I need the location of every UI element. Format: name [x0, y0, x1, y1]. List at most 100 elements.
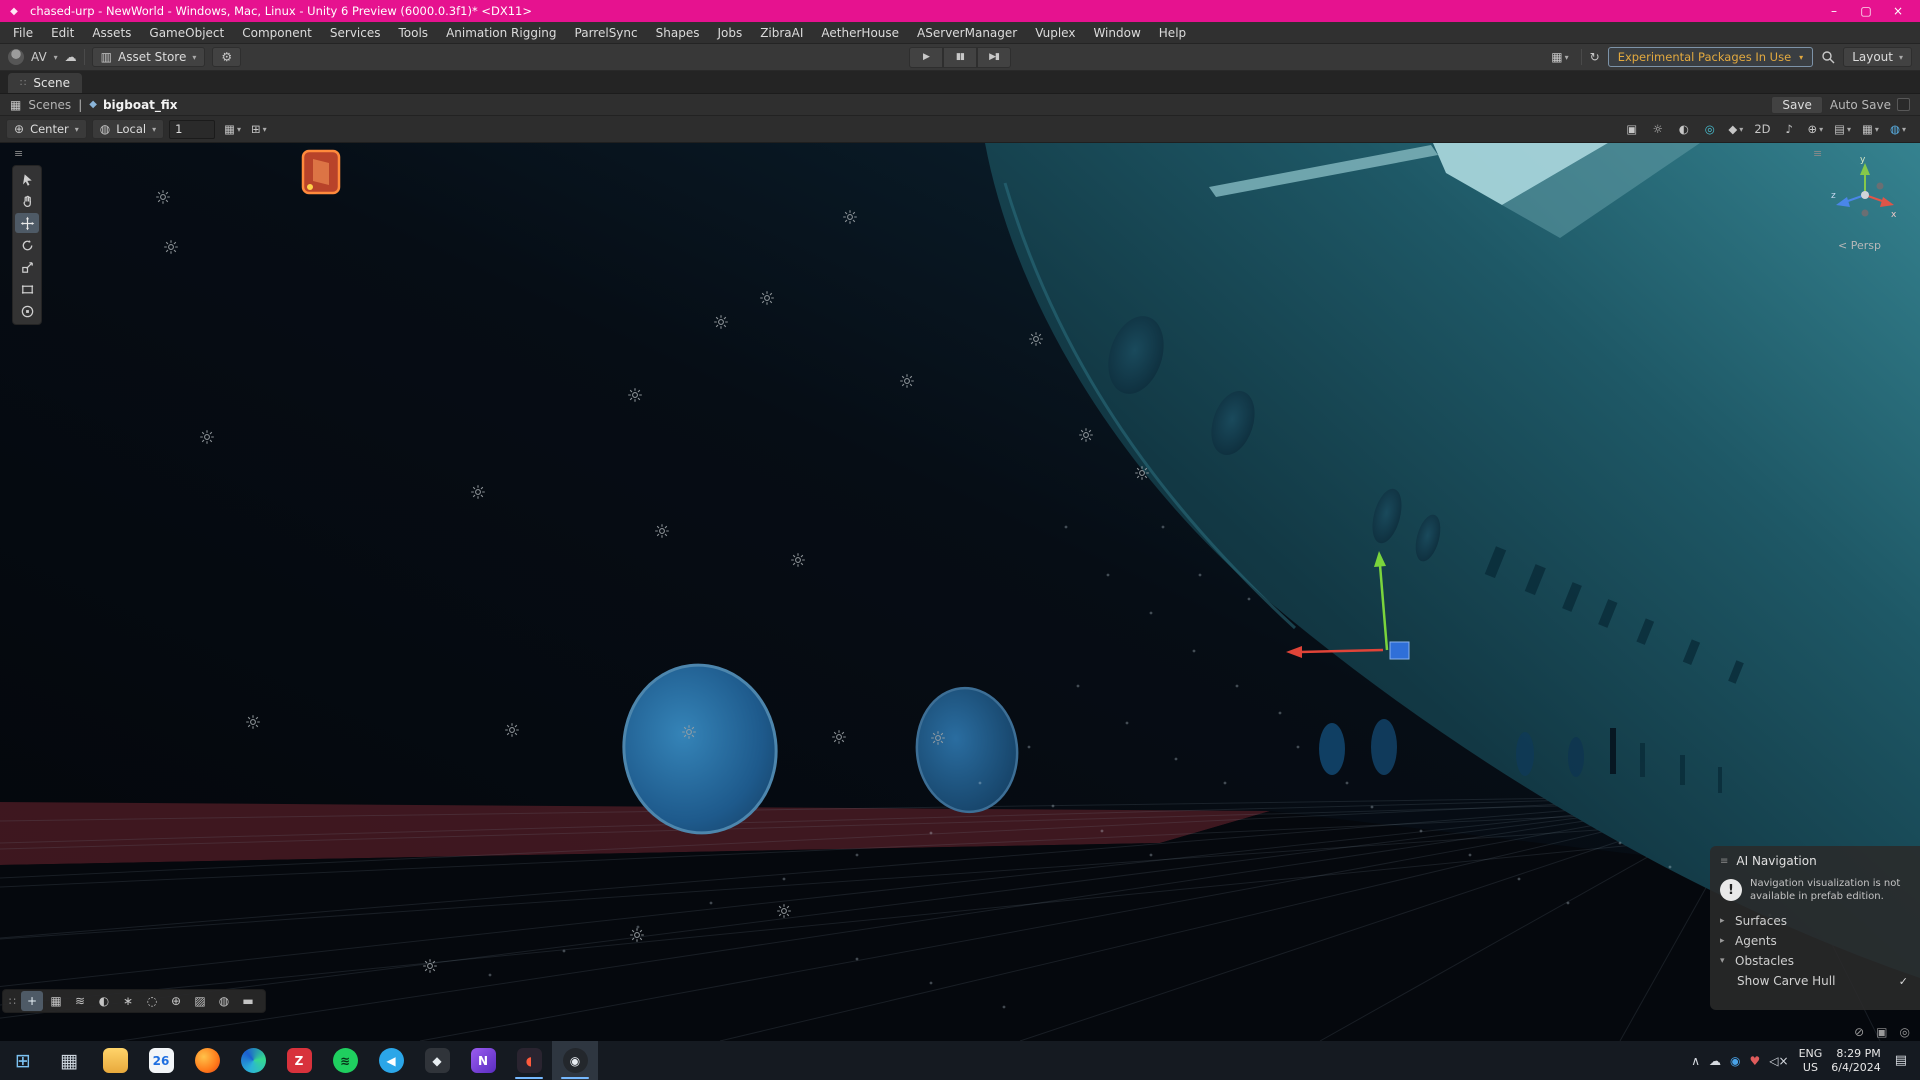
timeline-overlay-icon[interactable]: ▬: [237, 991, 259, 1011]
play-button[interactable]: ▶: [909, 47, 943, 68]
search-scene-icon[interactable]: ◌: [141, 991, 163, 1011]
undo-history-icon[interactable]: ↻: [1590, 50, 1600, 64]
menu-item-help[interactable]: Help: [1150, 22, 1195, 44]
snap-increment-icon[interactable]: ⊞▾: [247, 119, 271, 139]
minimize-button[interactable]: –: [1818, 0, 1850, 22]
transform-tool-button[interactable]: [15, 301, 39, 321]
right-overlay-grip[interactable]: ≡: [1813, 147, 1823, 160]
ai-navigation-header[interactable]: ≡ AI Navigation: [1710, 851, 1920, 871]
cloud-icon[interactable]: ☁: [65, 50, 77, 64]
gizmo-center[interactable]: [1861, 191, 1869, 199]
auto-save-toggle[interactable]: Auto Save: [1830, 98, 1910, 112]
effects-menu-icon[interactable]: ◆▾: [1724, 119, 1747, 139]
chat-app-button[interactable]: ◀: [368, 1041, 414, 1080]
ai-section-agents[interactable]: ▸Agents: [1710, 931, 1920, 951]
gizmo-z-cone[interactable]: [1836, 197, 1850, 207]
unity-hub-button[interactable]: ◆: [414, 1041, 460, 1080]
clock[interactable]: 8:29 PM 6/4/2024: [1831, 1047, 1880, 1075]
asset-store-button[interactable]: ▥ Asset Store ▾: [92, 47, 206, 67]
menu-item-jobs[interactable]: Jobs: [708, 22, 751, 44]
tab-scene[interactable]: ∷ Scene: [8, 73, 82, 93]
scale-tool-button[interactable]: [15, 257, 39, 277]
menu-item-animation-rigging[interactable]: Animation Rigging: [437, 22, 565, 44]
gizmos-menu-icon[interactable]: ⊕▾: [1804, 119, 1828, 139]
rect-tool-button[interactable]: [15, 279, 39, 299]
volume-tray-icon[interactable]: ◁×: [1768, 1054, 1789, 1068]
pause-button[interactable]: ▮▮: [943, 47, 977, 68]
cloud-tray-icon[interactable]: ☁: [1708, 1054, 1722, 1068]
step-button[interactable]: ▶▮: [977, 47, 1011, 68]
hand-tool-button[interactable]: [15, 191, 39, 211]
layout-dropdown[interactable]: Layout ▾: [1843, 47, 1912, 67]
editor-layers-button[interactable]: ▦ ▾: [1547, 47, 1572, 67]
mode-2d-button[interactable]: 2D: [1750, 119, 1774, 139]
ai-section-obstacles[interactable]: ▾Obstacles: [1710, 951, 1920, 971]
breadcrumb-current[interactable]: ◆ bigboat_fix: [89, 98, 177, 112]
menu-item-window[interactable]: Window: [1084, 22, 1149, 44]
language-indicator[interactable]: ENG US: [1799, 1047, 1823, 1075]
select-tool-button[interactable]: [15, 169, 39, 189]
overlays-menu-icon[interactable]: ▤▾: [1830, 119, 1855, 139]
gizmo-x-cone[interactable]: [1880, 197, 1894, 207]
gizmo-neg-z[interactable]: [1877, 183, 1884, 190]
action-center-button[interactable]: ▤: [1890, 1053, 1912, 1068]
overlay-grip-icon[interactable]: ∷: [9, 995, 16, 1008]
particles-debug-icon[interactable]: ∗: [117, 991, 139, 1011]
wave-debug-icon[interactable]: ≋: [69, 991, 91, 1011]
calendar-app-button[interactable]: 26: [138, 1041, 184, 1080]
account-avatar[interactable]: [8, 49, 24, 65]
menu-item-aservermanager[interactable]: AServerManager: [908, 22, 1026, 44]
notifications-muted-icon[interactable]: ⊘: [1854, 1025, 1864, 1039]
breadcrumb-root[interactable]: Scenes: [28, 98, 71, 112]
grid-visual-icon[interactable]: ▦: [45, 991, 67, 1011]
status-ok-icon[interactable]: ◎: [1900, 1025, 1910, 1039]
background-tasks-icon[interactable]: ▣: [1876, 1025, 1887, 1039]
tools-overlay-grip[interactable]: ≡: [14, 147, 24, 160]
rendering-debug-icon[interactable]: ◎: [1698, 119, 1721, 139]
maximize-button[interactable]: ▢: [1850, 0, 1882, 22]
orientation-gizmo[interactable]: y z x: [1830, 155, 1900, 233]
menu-item-shapes[interactable]: Shapes: [647, 22, 709, 44]
tray-expand-button[interactable]: ∧: [1690, 1054, 1701, 1068]
firefox-button[interactable]: [184, 1041, 230, 1080]
layers-visibility-icon[interactable]: ▦▾: [1858, 119, 1883, 139]
spotify-button[interactable]: ≋: [322, 1041, 368, 1080]
show-carve-hull-row[interactable]: Show Carve Hull ✓: [1710, 971, 1920, 991]
gizmo-plane-handle[interactable]: [1390, 642, 1409, 659]
menu-item-gameobject[interactable]: GameObject: [140, 22, 233, 44]
menu-item-edit[interactable]: Edit: [42, 22, 83, 44]
menu-item-component[interactable]: Component: [233, 22, 321, 44]
menu-item-file[interactable]: File: [4, 22, 42, 44]
media-tray-icon[interactable]: ♥: [1749, 1054, 1762, 1068]
sphere-debug-icon[interactable]: ◐: [93, 991, 115, 1011]
scene-render[interactable]: [0, 143, 1920, 1041]
scene-lighting-icon[interactable]: ☼: [1646, 119, 1669, 139]
task-view-button[interactable]: ▦: [46, 1041, 92, 1080]
move-overlay-icon[interactable]: ⊕: [165, 991, 187, 1011]
edge-button[interactable]: [230, 1041, 276, 1080]
move-tool-button[interactable]: [15, 213, 39, 233]
app-tray-icon[interactable]: ◉: [1729, 1054, 1741, 1068]
ai-section-surfaces[interactable]: ▸Surfaces: [1710, 911, 1920, 931]
grid-snap-icon[interactable]: ▦▾: [220, 119, 245, 139]
red-app-button[interactable]: ◖: [506, 1041, 552, 1080]
camera-settings-icon[interactable]: ◍▾: [1886, 119, 1910, 139]
gizmo-neg-y[interactable]: [1862, 210, 1869, 217]
projection-label[interactable]: < Persp: [1838, 239, 1881, 252]
start-button[interactable]: ⊞: [0, 1041, 46, 1080]
menu-item-zibraai[interactable]: ZibraAI: [751, 22, 812, 44]
rotate-tool-button[interactable]: [15, 235, 39, 255]
scene-audio-icon[interactable]: ♪: [1778, 119, 1801, 139]
z-app-button[interactable]: Z: [276, 1041, 322, 1080]
menu-item-tools[interactable]: Tools: [390, 22, 438, 44]
close-button[interactable]: ×: [1882, 0, 1914, 22]
menu-item-aetherhouse[interactable]: AetherHouse: [812, 22, 908, 44]
save-button[interactable]: Save: [1771, 96, 1822, 114]
menu-item-services[interactable]: Services: [321, 22, 390, 44]
scene-viewport[interactable]: ≡ ≡: [0, 143, 1920, 1041]
unity-editor-button[interactable]: ◉: [552, 1041, 598, 1080]
settings-button[interactable]: ⚙: [212, 47, 241, 67]
menu-item-vuplex[interactable]: Vuplex: [1026, 22, 1084, 44]
camera-preview-icon[interactable]: ▣: [1620, 119, 1643, 139]
auto-save-checkbox[interactable]: [1897, 98, 1910, 111]
